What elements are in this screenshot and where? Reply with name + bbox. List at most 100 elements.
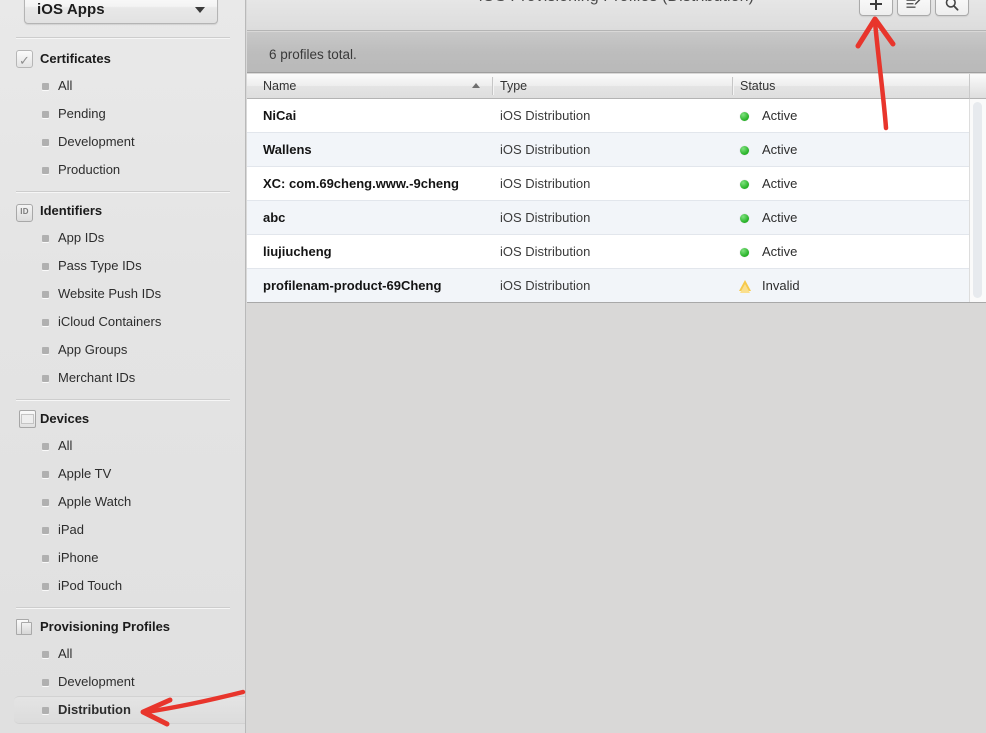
bullet-icon [42,527,49,534]
source-popup-label: iOS Apps [37,1,105,18]
sidebar-item-label: Distribution [58,702,131,717]
sidebar-item-icloud-containers[interactable]: iCloud Containers [0,308,245,336]
status-active-icon [740,146,749,155]
status-active-icon [740,248,749,257]
sort-ascending-icon [472,83,480,88]
sidebar-item-label: Development [58,134,135,149]
cell-name: abc [263,210,286,225]
identifier-icon: ID [16,204,33,222]
main-content: iOS Provisioning Profiles (Distribution) [247,0,986,733]
sidebar-group-certificates: Certificates All Pending Development Pro… [0,46,245,184]
sidebar-item-label: iPad [58,522,85,537]
table-row[interactable]: abc iOS Distribution Active [247,201,969,235]
table-row[interactable]: XC: com.69cheng.www.-9cheng iOS Distribu… [247,167,969,201]
vertical-scrollbar[interactable] [969,74,986,302]
sidebar-item-label: All [58,646,73,661]
cell-status: Active [740,133,797,167]
cell-status: Active [740,235,797,269]
sidebar-group-label: Certificates [40,51,111,66]
sidebar-item-label: Website Push IDs [58,286,162,301]
column-header-name[interactable]: Name [263,74,296,98]
status-label: Active [762,210,798,225]
cell-name: Wallens [263,142,312,157]
edit-button[interactable] [897,0,931,16]
sidebar-item-label: App Groups [58,342,128,357]
bullet-icon [42,471,49,478]
chevron-down-icon [195,7,205,13]
sidebar-item-label: iCloud Containers [58,314,162,329]
scrollbar-thumb[interactable] [973,102,982,298]
sidebar-item-certificates-development[interactable]: Development [0,128,245,156]
sidebar-item-merchant-ids[interactable]: Merchant IDs [0,364,245,392]
bullet-icon [42,651,49,658]
sidebar-item-label: App IDs [58,230,105,245]
edit-pencil-icon [906,0,920,8]
cell-name: XC: com.69cheng.www.-9cheng [263,176,460,191]
status-active-icon [740,214,749,223]
status-active-icon [740,112,749,121]
table-header-row: Name Type Status [247,74,986,99]
cell-type: iOS Distribution [500,210,591,225]
column-header-type[interactable]: Type [500,74,527,98]
sidebar-item-apple-watch[interactable]: Apple Watch [0,488,245,516]
sidebar-group-title-certificates: Certificates [0,46,245,74]
sidebar-item-website-push-ids[interactable]: Website Push IDs [0,280,245,308]
cell-type: iOS Distribution [500,176,591,191]
sidebar-item-distribution[interactable]: Distribution [14,696,245,724]
table-row[interactable]: profilenam-product-69Cheng iOS Distribut… [247,269,969,302]
sidebar-item-certificates-pending[interactable]: Pending [0,100,245,128]
bullet-icon [42,139,49,146]
sidebar-group-title-provisioning-profiles: Provisioning Profiles [0,614,245,640]
sidebar-item-profiles-development[interactable]: Development [0,668,245,696]
bullet-icon [42,347,49,354]
sidebar-group-label: Identifiers [40,203,103,218]
status-label: Invalid [762,278,800,293]
sidebar-divider-4 [16,607,230,609]
search-button[interactable] [935,0,969,16]
bullet-icon [42,291,49,298]
sidebar-item-pass-type-ids[interactable]: Pass Type IDs [0,252,245,280]
sidebar-item-ipad[interactable]: iPad [0,516,245,544]
sidebar-group-devices: Devices All Apple TV Apple Watch iPad iP… [0,406,245,600]
sidebar-item-app-ids[interactable]: App IDs [0,224,245,252]
bullet-icon [42,707,49,714]
column-header-status[interactable]: Status [740,74,775,98]
sidebar-item-certificates-all[interactable]: All [0,72,245,100]
title-bar: iOS Provisioning Profiles (Distribution) [247,0,986,31]
status-label: Active [762,142,798,157]
cell-type: iOS Distribution [500,278,591,293]
source-popup-button[interactable]: iOS Apps [24,0,218,24]
bullet-icon [42,555,49,562]
bullet-icon [42,235,49,242]
sidebar-group-title-devices: Devices [0,406,245,432]
bullet-icon [42,111,49,118]
sidebar-divider-1 [16,37,230,39]
column-divider-1[interactable] [492,77,494,95]
table-row[interactable]: Wallens iOS Distribution Active [247,133,969,167]
device-icon [19,410,36,428]
column-divider-2[interactable] [732,77,734,95]
sidebar-item-ipod-touch[interactable]: iPod Touch [0,572,245,600]
table-row[interactable]: NiCai iOS Distribution Active [247,99,969,133]
bullet-icon [42,167,49,174]
sidebar-item-app-groups[interactable]: App Groups [0,336,245,364]
sidebar-item-iphone[interactable]: iPhone [0,544,245,572]
sidebar-item-profiles-all[interactable]: All [0,640,245,668]
scrollbar-header-corner [969,74,986,99]
status-invalid-icon [739,280,751,293]
certificate-icon [16,48,33,74]
table-row[interactable]: liujiucheng iOS Distribution Active [247,235,969,269]
sidebar-item-label: All [58,78,73,93]
bullet-icon [42,263,49,270]
sidebar-item-label: Pass Type IDs [58,258,142,273]
add-button[interactable] [859,0,893,16]
sidebar-item-apple-tv[interactable]: Apple TV [0,460,245,488]
sidebar-item-certificates-production[interactable]: Production [0,156,245,184]
sidebar-item-label: Production [58,162,121,177]
sidebar-item-devices-all[interactable]: All [0,432,245,460]
sidebar-item-label: All [58,438,73,453]
sidebar-group-label: Devices [40,411,90,426]
status-label: Active [762,176,798,191]
sidebar: iOS Apps Certificates All Pending Develo… [0,0,246,733]
bullet-icon [42,499,49,506]
